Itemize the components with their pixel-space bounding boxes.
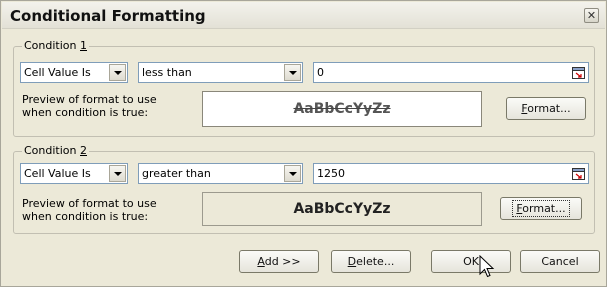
condition-1-preview-label: Preview of format to use when condition … <box>22 93 157 119</box>
condition-2-operator-value: greater than <box>142 167 211 180</box>
condition-1-group: Condition 1 Cell Value Is less than 0 Pr… <box>13 39 595 137</box>
condition-1-preview-sample: AaBbCcYyZz <box>293 101 391 117</box>
condition-1-format-preview: AaBbCcYyZz <box>202 91 482 127</box>
condition-2-preview-sample: AaBbCcYyZz <box>293 201 391 217</box>
condition-2-operator-select[interactable]: greater than <box>138 163 303 184</box>
condition-2-type-select[interactable]: Cell Value Is <box>20 163 128 184</box>
collapse-dialog-button[interactable] <box>571 166 586 181</box>
condition-1-type-select[interactable]: Cell Value Is <box>20 62 128 83</box>
close-button[interactable]: ✕ <box>584 8 599 23</box>
condition-1-value-text: 0 <box>317 66 324 79</box>
title-bar: Conditional Formatting ✕ <box>2 2 605 29</box>
condition-2-label: Condition 2 <box>22 144 89 157</box>
chevron-down-icon[interactable] <box>109 165 126 182</box>
condition-2-format-preview: AaBbCcYyZz <box>202 192 482 226</box>
conditional-formatting-dialog: Conditional Formatting ✕ Condition 1 Cel… <box>0 0 607 287</box>
add-condition-button[interactable]: Add >> <box>239 250 319 273</box>
mouse-pointer-icon <box>479 255 495 278</box>
condition-1-type-value: Cell Value Is <box>24 66 91 79</box>
close-icon: ✕ <box>586 9 597 22</box>
condition-2-format-button[interactable]: Format... <box>500 197 582 220</box>
condition-1-operator-select[interactable]: less than <box>138 62 303 83</box>
condition-2-group: Condition 2 Cell Value Is greater than 1… <box>13 144 595 234</box>
chevron-down-icon[interactable] <box>284 64 301 81</box>
condition-1-value-input[interactable]: 0 <box>313 62 589 83</box>
collapse-dialog-button[interactable] <box>571 65 586 80</box>
condition-1-operator-value: less than <box>142 66 192 79</box>
condition-2-value-text: 1250 <box>317 167 345 180</box>
condition-2-value-input[interactable]: 1250 <box>313 163 589 184</box>
delete-condition-button[interactable]: Delete... <box>331 250 411 273</box>
condition-1-format-button[interactable]: Format... <box>506 97 586 120</box>
condition-2-preview-label: Preview of format to use when condition … <box>22 197 157 223</box>
condition-2-type-value: Cell Value Is <box>24 167 91 180</box>
condition-1-label: Condition 1 <box>22 39 89 52</box>
chevron-down-icon[interactable] <box>284 165 301 182</box>
range-select-icon <box>572 167 585 180</box>
cancel-button[interactable]: Cancel <box>520 250 600 273</box>
chevron-down-icon[interactable] <box>109 64 126 81</box>
dialog-title: Conditional Formatting <box>10 7 206 25</box>
range-select-icon <box>572 66 585 79</box>
ok-button[interactable]: OK <box>431 250 511 273</box>
